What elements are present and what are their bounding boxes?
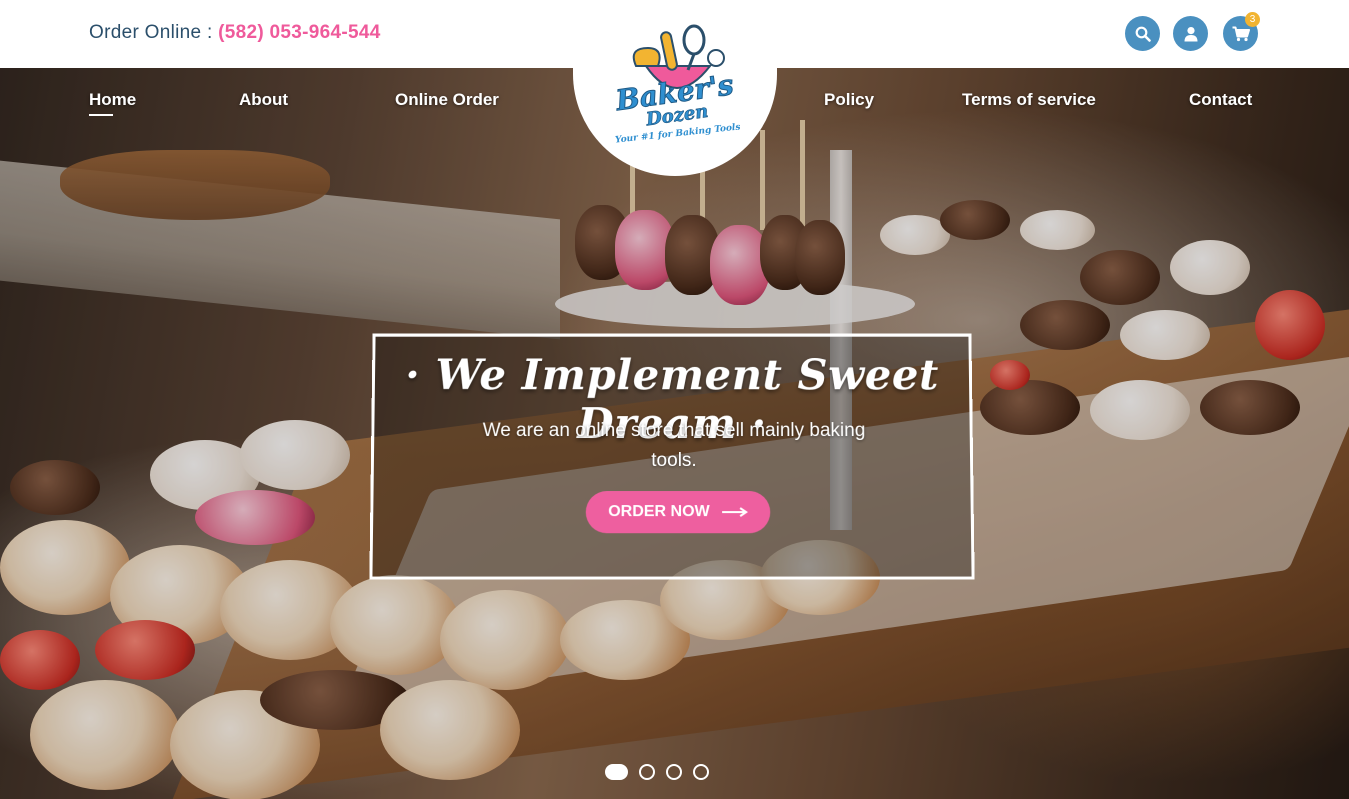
cart-button[interactable]: 3 — [1223, 12, 1260, 51]
hero-banner: · We Implement Sweet Dream · We are an o… — [369, 333, 975, 580]
cart-count-badge: 3 — [1245, 12, 1260, 27]
order-now-button[interactable]: ORDER NOW — [585, 491, 771, 534]
slider-dot-2[interactable] — [639, 764, 655, 780]
cart-icon — [1232, 26, 1250, 41]
nav-item-home[interactable]: Home — [89, 90, 136, 116]
slider-pagination — [605, 764, 709, 780]
search-button[interactable] — [1125, 16, 1160, 51]
slider-dot-3[interactable] — [666, 764, 682, 780]
arrow-right-icon — [722, 507, 748, 517]
user-icon — [1184, 26, 1197, 41]
search-icon — [1135, 26, 1151, 42]
order-online-info: Order Online : (582) 053-964-544 — [89, 22, 381, 44]
bakers-dozen-logo[interactable]: Baker's Dozen Your #1 for Baking Tools — [606, 18, 746, 143]
account-button[interactable] — [1173, 16, 1208, 51]
hero-subtitle: We are an online store that sell mainly … — [482, 420, 866, 472]
phone-number-link[interactable]: (582) 053-964-544 — [218, 22, 381, 43]
order-now-label: ORDER NOW — [608, 503, 710, 521]
slider-dot-1[interactable] — [605, 764, 628, 780]
nav-item-contact[interactable]: Contact — [1189, 90, 1252, 110]
nav-item-about[interactable]: About — [239, 90, 288, 110]
nav-item-online-order[interactable]: Online Order — [395, 90, 499, 110]
order-online-label: Order Online : — [89, 22, 213, 43]
nav-item-policy[interactable]: Policy — [824, 90, 874, 110]
slider-dot-4[interactable] — [693, 764, 709, 780]
nav-item-terms-of-service[interactable]: Terms of service — [962, 90, 1096, 110]
